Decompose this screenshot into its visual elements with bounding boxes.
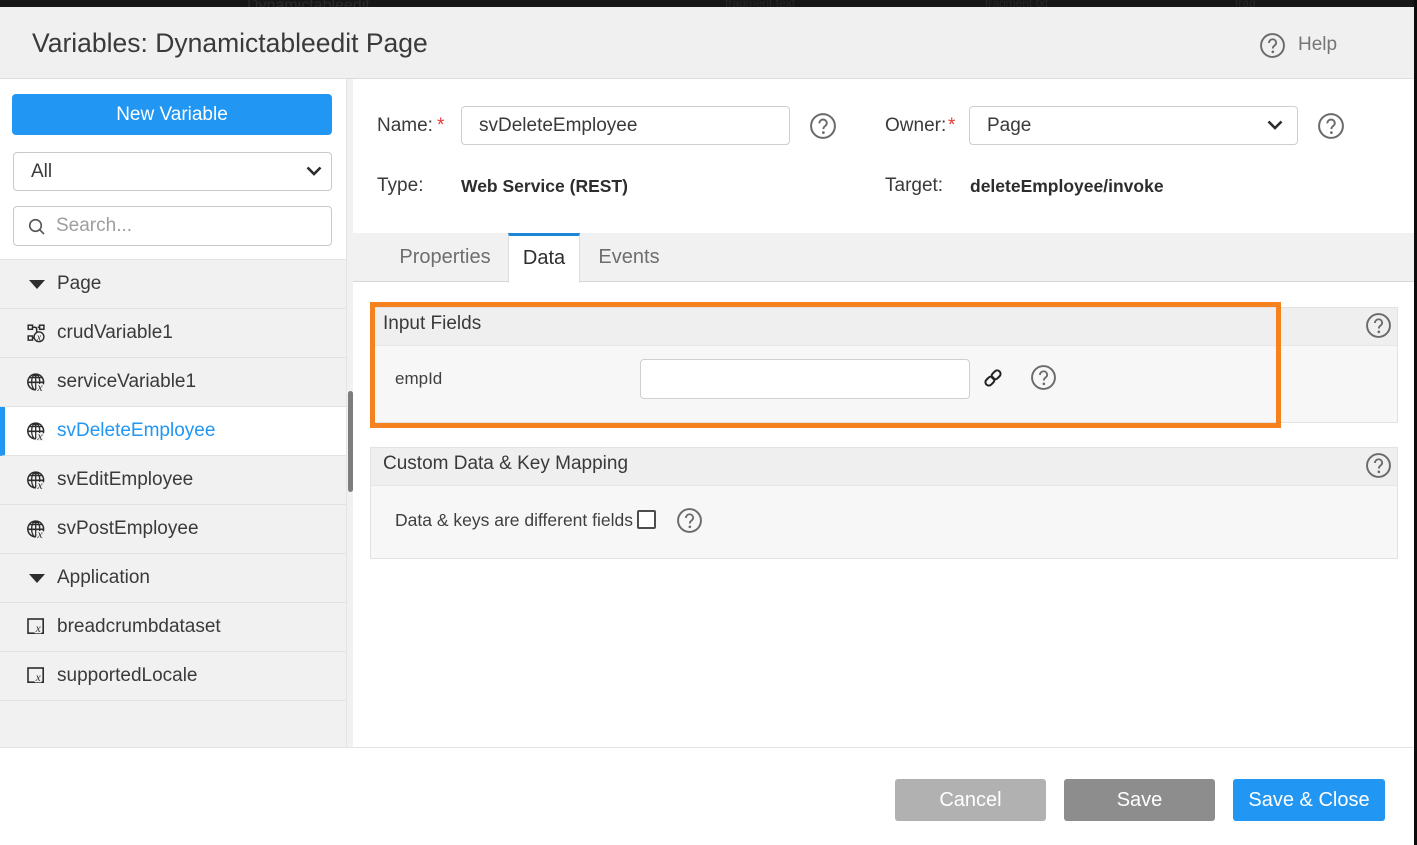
- svg-text:x: x: [35, 672, 42, 684]
- svg-text:x: x: [35, 623, 42, 635]
- svg-text:x: x: [36, 332, 42, 343]
